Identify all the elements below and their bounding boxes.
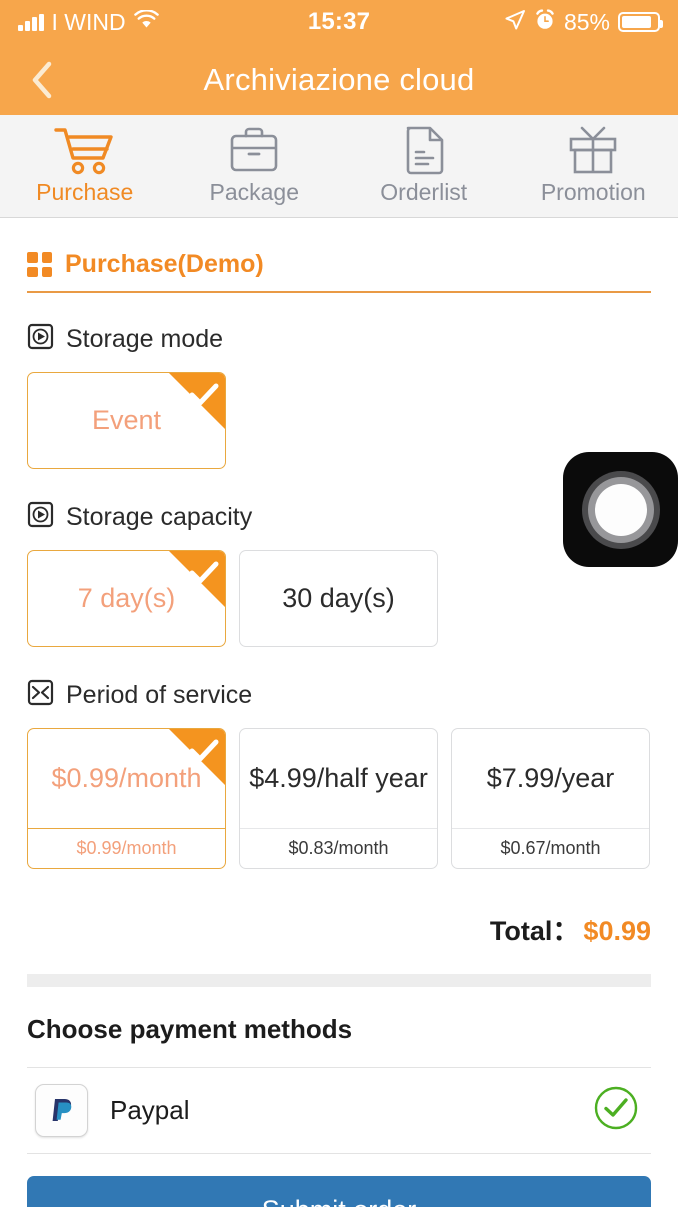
storage-capacity-option-30day-label: 30 day(s) [282, 583, 395, 613]
carrier-label: I WIND [51, 8, 126, 35]
clock-label: 15:37 [307, 8, 371, 35]
back-chevron-icon[interactable] [22, 60, 62, 100]
period-option-half-year-label: $4.99/half year [249, 763, 428, 793]
play-square-icon [27, 323, 54, 355]
signal-bars-icon [18, 13, 44, 31]
battery-percent-label: 85% [563, 8, 611, 35]
assistive-touch-inner-ring [587, 476, 654, 543]
green-check-circle-icon [593, 1085, 639, 1136]
tab-purchase-label: Purchase [36, 179, 134, 205]
location-arrow-icon [504, 9, 526, 36]
period-option-half-year[interactable]: $4.99/half year $0.83/month [239, 728, 438, 869]
shopping-cart-icon [54, 126, 116, 175]
period-option-monthly-label: $0.99/month [51, 763, 202, 793]
status-bar: I WIND 15:37 85% [0, 0, 678, 44]
section-divider [27, 974, 651, 987]
payment-method-paypal[interactable]: Paypal [27, 1067, 651, 1154]
app-screen: I WIND 15:37 85% Archiviazione cloud Pur… [0, 0, 678, 1207]
tab-bar: Purchase Package Orderlist Promotion [0, 115, 678, 218]
total-row: Total： $0.99 [27, 901, 651, 974]
gift-box-icon [565, 126, 621, 174]
period-option-year-label: $7.99/year [486, 763, 615, 793]
payment-section: Choose payment methods Paypal [0, 987, 678, 1154]
period-of-service-label-row: Period of service [27, 679, 651, 711]
section-title: Purchase(Demo) [65, 250, 264, 278]
tab-promotion-label: Promotion [540, 179, 646, 205]
period-option-year-sub: $0.67/month [452, 828, 649, 868]
storage-capacity-option-30day[interactable]: 30 day(s) [239, 550, 438, 647]
tab-orderlist-label: Orderlist [380, 179, 468, 205]
storage-mode-option-event-label: Event [91, 405, 162, 435]
total-value: $0.99 [583, 916, 651, 946]
play-square-icon [27, 501, 54, 533]
storage-capacity-option-7day[interactable]: 7 day(s) [27, 550, 226, 647]
storage-capacity-label-row: Storage capacity [27, 501, 651, 533]
storage-capacity-label: Storage capacity [66, 502, 253, 531]
alarm-clock-icon [534, 8, 556, 36]
wifi-icon [133, 9, 159, 34]
storage-capacity-options: 7 day(s) 30 day(s) [27, 550, 651, 647]
total-label: Total： [489, 916, 580, 946]
status-bar-left: I WIND [18, 9, 308, 36]
nav-bar: Archiviazione cloud [0, 44, 678, 115]
payment-method-paypal-label: Paypal [110, 1095, 190, 1125]
period-of-service-options: $0.99/month $0.99/month $4.99/half year … [27, 728, 651, 869]
submit-order-button[interactable]: Submit order [27, 1176, 651, 1207]
grid-squares-icon [27, 252, 52, 277]
period-option-monthly[interactable]: $0.99/month $0.99/month [27, 728, 226, 869]
assistive-touch-core [594, 483, 647, 536]
payment-section-title: Choose payment methods [27, 1014, 353, 1044]
battery-icon [618, 12, 664, 32]
paypal-logo-icon [35, 1084, 88, 1137]
storage-mode-option-event[interactable]: Event [27, 372, 226, 469]
tab-purchase[interactable]: Purchase [0, 115, 170, 217]
page-title: Archiviazione cloud [203, 61, 475, 97]
tab-orderlist[interactable]: Orderlist [339, 115, 509, 217]
main-content: Purchase(Demo) Storage mode Event Storag… [0, 218, 678, 974]
storage-mode-options: Event [27, 372, 651, 469]
tab-promotion[interactable]: Promotion [509, 115, 678, 217]
document-icon [400, 126, 448, 175]
status-bar-right: 85% [370, 8, 664, 36]
tab-package-label: Package [209, 179, 299, 205]
assistive-touch-outer-ring [581, 470, 660, 549]
period-option-year[interactable]: $7.99/year $0.67/month [451, 728, 650, 869]
tab-package[interactable]: Package [170, 115, 340, 217]
period-option-half-year-sub: $0.83/month [240, 828, 437, 868]
storage-mode-label: Storage mode [66, 324, 224, 353]
assistive-touch-icon[interactable] [563, 452, 678, 567]
briefcase-icon [226, 126, 282, 174]
contract-arrows-icon [27, 679, 54, 711]
storage-mode-label-row: Storage mode [27, 323, 651, 355]
period-option-monthly-sub: $0.99/month [28, 828, 225, 868]
period-of-service-label: Period of service [66, 680, 253, 709]
section-rule [27, 291, 651, 293]
storage-capacity-option-7day-label: 7 day(s) [77, 583, 176, 613]
section-header: Purchase(Demo) [27, 218, 651, 291]
